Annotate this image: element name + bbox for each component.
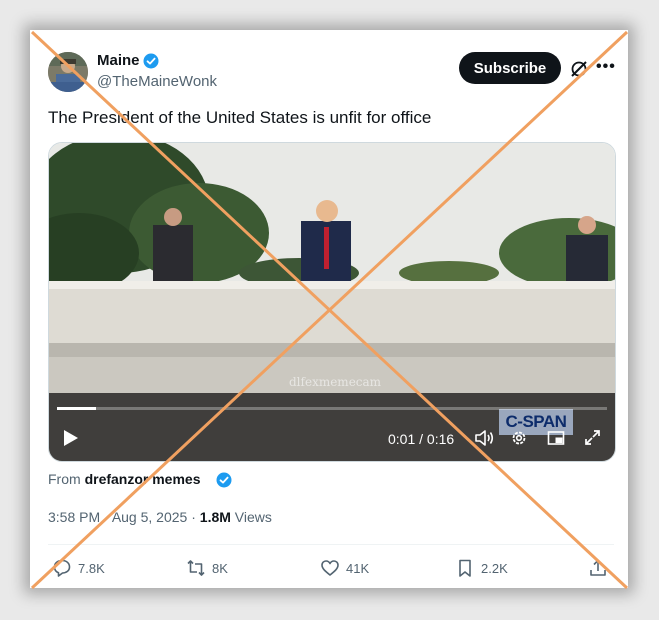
reply-count: 7.8K xyxy=(78,560,105,576)
fullscreen-icon[interactable] xyxy=(584,429,601,446)
views-label: Views xyxy=(234,509,272,525)
views-count: 1.8M xyxy=(199,509,231,525)
bookmark-button[interactable]: 2.2K xyxy=(455,558,508,578)
post-meta: 3:58 PM · Aug 5, 2025 · 1.8M Views xyxy=(48,509,272,525)
like-button[interactable]: 41K xyxy=(320,558,369,578)
source-prefix: From xyxy=(48,471,81,487)
repost-count: 8K xyxy=(212,560,228,576)
more-icon[interactable]: ••• xyxy=(596,58,616,76)
picture-in-picture-icon[interactable] xyxy=(547,429,565,447)
divider xyxy=(48,544,614,545)
display-name[interactable]: Maine xyxy=(97,52,140,69)
progress-bar[interactable] xyxy=(57,407,607,410)
reply-icon xyxy=(53,559,71,577)
share-icon xyxy=(590,559,606,576)
video-watermark: dlfexmemecam xyxy=(289,375,382,389)
subscribe-button[interactable]: Subscribe xyxy=(459,52,561,84)
post-time[interactable]: 3:58 PM xyxy=(48,509,100,525)
like-icon xyxy=(321,560,339,576)
source-attribution: From drefanzor memes xyxy=(48,471,201,487)
bookmark-count: 2.2K xyxy=(481,560,508,576)
verified-badge-icon xyxy=(216,472,232,488)
like-count: 41K xyxy=(346,560,370,576)
repost-button[interactable]: 8K xyxy=(186,558,228,578)
repost-icon xyxy=(187,560,205,576)
post-date[interactable]: Aug 5, 2025 xyxy=(112,509,188,525)
volume-icon[interactable] xyxy=(474,429,494,447)
progress-fill xyxy=(57,407,96,410)
grok-icon[interactable] xyxy=(570,60,588,78)
play-icon[interactable] xyxy=(63,429,79,447)
verified-badge-icon xyxy=(143,53,159,69)
handle[interactable]: @TheMaineWonk xyxy=(97,73,217,90)
reply-button[interactable]: 7.8K xyxy=(52,558,105,578)
bookmark-icon xyxy=(459,559,471,577)
video-time: 0:01 / 0:16 xyxy=(388,431,455,447)
tweet-card: Maine @TheMaineWonk Subscribe ••• The Pr… xyxy=(30,30,628,588)
source-name[interactable]: drefanzor memes xyxy=(85,471,201,487)
settings-icon[interactable] xyxy=(510,429,528,447)
avatar[interactable] xyxy=(48,52,88,92)
share-button[interactable] xyxy=(588,558,614,578)
video-player[interactable]: dlfexmemecam C-SPAN 0:01 / 0:16 xyxy=(48,142,616,462)
tweet-text: The President of the United States is un… xyxy=(48,108,432,127)
